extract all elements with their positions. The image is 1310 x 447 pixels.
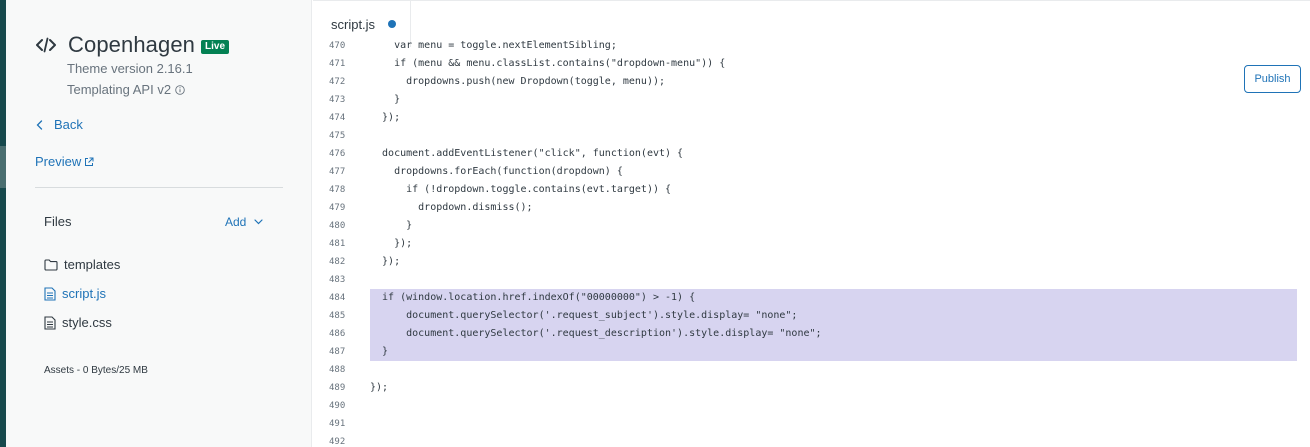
code-line[interactable]: 478 if (!dropdown.toggle.contains(evt.ta…: [313, 181, 1297, 199]
code-text[interactable]: if (menu && menu.classList.contains("dro…: [370, 55, 1297, 73]
code-icon: [36, 37, 56, 53]
file-item-script-js[interactable]: script.js: [44, 286, 106, 301]
code-line[interactable]: 483: [313, 271, 1297, 289]
file-name: templates: [64, 257, 121, 272]
code-line[interactable]: 489});: [313, 379, 1297, 397]
code-text[interactable]: });: [370, 109, 1297, 127]
code-text[interactable]: document.querySelector('.request_subject…: [370, 307, 1297, 325]
preview-link[interactable]: Preview: [35, 154, 94, 169]
code-line[interactable]: 480 }: [313, 217, 1297, 235]
code-text[interactable]: });: [370, 379, 1297, 397]
code-line[interactable]: 491: [313, 415, 1297, 433]
code-text[interactable]: dropdown.dismiss();: [370, 199, 1297, 217]
add-label: Add: [225, 215, 247, 229]
templating-api: Templating API v2: [67, 82, 185, 97]
code-text[interactable]: }: [370, 343, 1297, 361]
chevron-left-icon: [36, 119, 43, 130]
folder-icon: [44, 258, 58, 271]
line-number: 477: [329, 167, 346, 177]
code-text[interactable]: });: [370, 235, 1297, 253]
line-number: 481: [329, 239, 346, 249]
file-icon: [44, 315, 56, 330]
line-number: 475: [329, 131, 346, 141]
code-line[interactable]: 490: [313, 397, 1297, 415]
back-label: Back: [54, 117, 83, 132]
code-text[interactable]: });: [370, 253, 1297, 271]
line-number: 488: [329, 365, 346, 375]
vertical-scrollbar[interactable]: [1297, 36, 1310, 447]
theme-version: Theme version 2.16.1: [67, 61, 193, 76]
info-icon[interactable]: [175, 84, 185, 95]
line-number: 484: [329, 293, 346, 303]
code-line[interactable]: 476 document.addEventListener("click", f…: [313, 145, 1297, 163]
line-number: 492: [329, 437, 346, 447]
code-line[interactable]: 472 dropdowns.push(new Dropdown(toggle, …: [313, 73, 1297, 91]
preview-label: Preview: [35, 154, 82, 169]
line-number: 491: [329, 419, 346, 429]
add-file-button[interactable]: Add: [225, 215, 263, 229]
file-icon: [44, 286, 56, 301]
code-line[interactable]: 477 dropdowns.forEach(function(dropdown)…: [313, 163, 1297, 181]
tab-label: script.js: [331, 16, 376, 32]
file-name: style.css: [62, 315, 112, 330]
theme-name: Copenhagen: [68, 32, 196, 57]
code-line[interactable]: 482 });: [313, 253, 1297, 271]
publish-button[interactable]: Publish: [1244, 65, 1301, 93]
code-line[interactable]: 488: [313, 361, 1297, 379]
back-link[interactable]: Back: [36, 117, 83, 132]
code-editor: script.js 470 var menu = toggle.nextElem…: [313, 0, 1310, 447]
code-line[interactable]: 487 }: [313, 343, 1297, 361]
code-line[interactable]: 470 var menu = toggle.nextElementSibling…: [313, 37, 1297, 55]
file-item-style-css[interactable]: style.css: [44, 315, 112, 330]
line-number: 472: [329, 77, 346, 87]
line-number: 490: [329, 401, 346, 411]
line-number: 487: [329, 347, 346, 357]
code-area[interactable]: 470 var menu = toggle.nextElementSibling…: [313, 36, 1310, 447]
code-text[interactable]: document.addEventListener("click", funct…: [370, 145, 1297, 163]
unsaved-dot-icon: [388, 20, 397, 28]
code-text[interactable]: }: [370, 91, 1297, 109]
code-line[interactable]: 492: [313, 433, 1297, 447]
line-number: 483: [329, 275, 346, 285]
line-number: 478: [329, 185, 346, 195]
external-link-icon: [85, 157, 94, 166]
code-line[interactable]: 486 document.querySelector('.request_des…: [313, 325, 1297, 343]
code-line[interactable]: 474 });: [313, 109, 1297, 127]
line-number: 480: [329, 221, 346, 231]
code-text[interactable]: dropdowns.push(new Dropdown(toggle, menu…: [370, 73, 1297, 91]
templating-api-label: Templating API v2: [67, 82, 172, 97]
file-item-templates[interactable]: templates: [44, 257, 120, 272]
code-text[interactable]: if (window.location.href.indexOf("000000…: [370, 289, 1297, 307]
code-text[interactable]: dropdowns.forEach(function(dropdown) {: [370, 163, 1297, 181]
code-text[interactable]: var menu = toggle.nextElementSibling;: [370, 37, 1297, 55]
line-number: 471: [329, 59, 346, 69]
code-line[interactable]: 475: [313, 127, 1297, 145]
code-line[interactable]: 473 }: [313, 91, 1297, 109]
code-line[interactable]: 484 if (window.location.href.indexOf("00…: [313, 289, 1297, 307]
code-text[interactable]: }: [370, 217, 1297, 235]
code-text[interactable]: if (!dropdown.toggle.contains(evt.target…: [370, 181, 1297, 199]
line-number: 485: [329, 311, 346, 321]
live-badge: Live: [201, 39, 230, 54]
line-number: 489: [329, 383, 346, 393]
line-number: 473: [329, 95, 346, 105]
line-number: 482: [329, 257, 346, 267]
chevron-down-icon: [254, 219, 263, 225]
sidebar: Copenhagen Live Theme version 2.16.1 Tem…: [6, 0, 312, 447]
line-number: 474: [329, 113, 346, 123]
sidebar-divider: [35, 187, 283, 188]
assets-usage: Assets - 0 Bytes/25 MB: [44, 365, 148, 376]
line-number: 486: [329, 329, 346, 339]
line-number: 470: [329, 41, 346, 51]
code-line[interactable]: 485 document.querySelector('.request_sub…: [313, 307, 1297, 325]
files-heading: Files: [44, 214, 72, 229]
code-line[interactable]: 471 if (menu && menu.classList.contains(…: [313, 55, 1297, 73]
line-number: 479: [329, 203, 346, 213]
code-line[interactable]: 479 dropdown.dismiss();: [313, 199, 1297, 217]
code-line[interactable]: 481 });: [313, 235, 1297, 253]
line-number: 476: [329, 149, 346, 159]
theme-header: Copenhagen Live: [36, 32, 230, 58]
file-name: script.js: [62, 286, 107, 301]
code-text[interactable]: document.querySelector('.request_descrip…: [370, 325, 1297, 343]
